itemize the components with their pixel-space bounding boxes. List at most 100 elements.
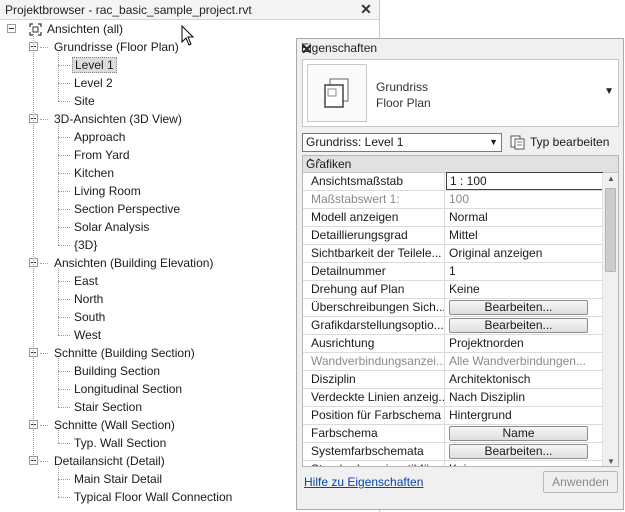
tree-item[interactable]: Level 2 — [72, 74, 115, 92]
tree-connector — [58, 497, 70, 498]
property-row[interactable]: Systemfarbschemata Bearbeiten... — [303, 443, 603, 461]
scrollbar-thumb[interactable] — [605, 188, 616, 272]
property-row[interactable]: Disziplin Architektonisch — [303, 371, 603, 389]
property-edit-button[interactable]: Bearbeiten... — [449, 318, 588, 333]
property-edit-button[interactable]: Name — [449, 426, 588, 441]
tree-item[interactable]: East — [72, 272, 100, 290]
tree-connector — [58, 335, 70, 336]
chevron-down-icon: ▼ — [489, 137, 498, 147]
tree-item-label: Grundrisse (Floor Plan) — [54, 40, 179, 54]
tree-item[interactable]: Solar Analysis — [72, 218, 151, 236]
property-row[interactable]: Position für Farbschema Hintergrund — [303, 407, 603, 425]
tree-item[interactable]: Kitchen — [72, 164, 116, 182]
tree-connector — [58, 173, 70, 174]
tree-item[interactable]: Site — [72, 92, 97, 110]
tree-item[interactable]: {3D} — [72, 236, 99, 254]
tree-item[interactable]: Main Stair Detail — [72, 470, 164, 488]
property-value[interactable]: Normal — [446, 209, 603, 227]
property-name: Farbschema — [303, 425, 445, 443]
tree-group[interactable]: Detailansicht (Detail) — [52, 452, 167, 470]
tree-item[interactable]: Typical Floor Wall Connection — [72, 488, 234, 506]
property-row[interactable]: Maßstabswert 1: 100 — [303, 191, 603, 209]
collapse-icon[interactable]: ⌃⌃ — [306, 156, 612, 172]
tree-item[interactable]: South — [72, 308, 107, 326]
group-header-graphics[interactable]: Grafiken ⌃⌃ — [303, 156, 618, 173]
tree-connector — [40, 461, 48, 462]
tree-group[interactable]: Schnitte (Wall Section) — [52, 416, 177, 434]
property-value[interactable]: Mittel — [446, 227, 603, 245]
instance-filter-select[interactable]: Grundriss: Level 1 ▼ — [302, 133, 502, 152]
tree-connector — [58, 137, 70, 138]
property-name: Ansichtsmaßstab — [303, 173, 445, 191]
property-row[interactable]: Farbschema Name — [303, 425, 603, 443]
property-row[interactable]: Überschreibungen Sich... Bearbeiten... — [303, 299, 603, 317]
tree-item[interactable]: Section Perspective — [72, 200, 182, 218]
property-row[interactable]: Ansichtsmaßstab 1 : 100 — [303, 172, 603, 191]
property-edit-button[interactable]: Bearbeiten... — [449, 444, 588, 459]
tree-item-label: Typ. Wall Section — [74, 436, 167, 450]
tree-item-label: Level 2 — [74, 76, 113, 90]
tree-item-label: 3D-Ansichten (3D View) — [54, 112, 182, 126]
scroll-down-icon[interactable]: ▼ — [607, 457, 615, 466]
property-value[interactable]: Projektnorden — [446, 335, 603, 353]
property-value[interactable]: Bearbeiten... — [446, 317, 603, 335]
property-value[interactable]: Bearbeiten... — [446, 443, 603, 461]
collapse-toggle-icon[interactable] — [7, 24, 16, 33]
vertical-scrollbar[interactable]: ▲ ▼ — [602, 173, 618, 466]
close-icon[interactable]: ✕ — [358, 1, 374, 17]
tree-group[interactable]: Ansichten (all) — [45, 20, 125, 38]
tree-item[interactable]: From Yard — [72, 146, 132, 164]
tree-item[interactable]: Stair Section — [72, 398, 144, 416]
tree-group[interactable]: Grundrisse (Floor Plan) — [52, 38, 181, 56]
tree-connector — [58, 191, 70, 192]
property-value[interactable]: Architektonisch — [446, 371, 603, 389]
property-value[interactable]: Keine — [446, 461, 603, 466]
property-row[interactable]: Modell anzeigen Normal — [303, 209, 603, 227]
tree-item[interactable]: Building Section — [72, 362, 162, 380]
tree-group[interactable]: 3D-Ansichten (3D View) — [52, 110, 184, 128]
property-row[interactable]: Drehung auf Plan Keine — [303, 281, 603, 299]
edit-type-button[interactable]: Typ bearbeiten — [508, 133, 620, 152]
tree-item[interactable]: North — [72, 290, 105, 308]
type-selector[interactable]: Grundriss Floor Plan ▼ — [302, 59, 619, 127]
tree-item[interactable]: West — [72, 326, 103, 344]
tree-group[interactable]: Ansichten (Building Elevation) — [52, 254, 215, 272]
tree-connector — [40, 263, 48, 264]
property-row[interactable]: Ausrichtung Projektnorden — [303, 335, 603, 353]
property-value[interactable]: Keine — [446, 281, 603, 299]
tree-item[interactable]: Typ. Wall Section — [72, 434, 168, 452]
tree-item[interactable]: Level 1 — [72, 56, 117, 74]
tree-item-label: Main Stair Detail — [74, 472, 163, 486]
tree-connector — [33, 34, 34, 461]
property-edit-button[interactable]: Bearbeiten... — [449, 300, 588, 315]
property-row[interactable]: Grafikdarstellungsoptio... Bearbeiten... — [303, 317, 603, 335]
type-family-name: Grundriss — [376, 80, 429, 94]
tree-item[interactable]: Longitudinal Section — [72, 380, 184, 398]
property-row[interactable]: Standardanzeigestil für ...Keine — [303, 461, 603, 466]
property-value: Alle Wandverbindungen... — [449, 354, 586, 368]
property-value[interactable]: 1 — [446, 263, 603, 281]
scroll-up-icon[interactable]: ▲ — [607, 174, 615, 183]
property-value-input[interactable]: 1 : 100 — [446, 172, 603, 190]
dropdown-arrow-icon[interactable]: ▼ — [604, 86, 614, 97]
help-link[interactable]: Hilfe zu Eigenschaften — [304, 475, 423, 489]
property-row[interactable]: Verdeckte Linien anzeig... Nach Disziplin — [303, 389, 603, 407]
property-value[interactable]: Original anzeigen — [446, 245, 603, 263]
property-value[interactable]: Hintergrund — [446, 407, 603, 425]
property-value[interactable]: Bearbeiten... — [446, 299, 603, 317]
property-value[interactable]: Nach Disziplin — [446, 389, 603, 407]
property-row[interactable]: Sichtbarkeit der Teilele... Original anze… — [303, 245, 603, 263]
tree-item[interactable]: Approach — [72, 128, 127, 146]
property-name: Detaillierungsgrad — [303, 227, 445, 245]
apply-button[interactable]: Anwenden — [543, 471, 618, 493]
tree-connector — [58, 65, 70, 66]
tree-item[interactable]: Living Room — [72, 182, 143, 200]
property-value[interactable]: Name — [446, 425, 603, 443]
property-row[interactable]: Wandverbindungsanzei... Alle Wandverbindu… — [303, 353, 603, 371]
tree-item-label: Approach — [74, 130, 126, 144]
close-icon[interactable]: ✕ — [301, 41, 619, 57]
property-row[interactable]: Detailnummer 1 — [303, 263, 603, 281]
tree-group[interactable]: Schnitte (Building Section) — [52, 344, 197, 362]
tree-connector — [58, 101, 70, 102]
property-row[interactable]: Detaillierungsgrad Mittel — [303, 227, 603, 245]
